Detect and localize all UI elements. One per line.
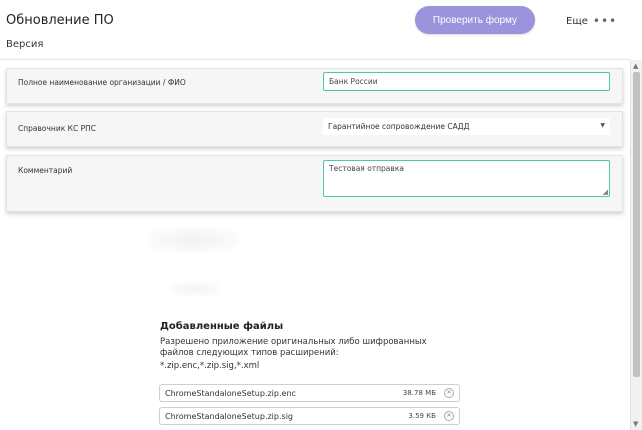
comment-card: Комментарий Тестовая отправка ◢ [6, 155, 623, 212]
ref-select-value: Гарантийное сопровождение САДД [328, 122, 470, 131]
remove-file-icon[interactable]: ✕ [444, 388, 454, 398]
org-name-label: Полное наименование организации / ФИО [18, 78, 186, 87]
chevron-down-icon: ▼ [600, 122, 605, 129]
check-form-button[interactable]: Проверить форму [415, 6, 535, 34]
more-label: Еще [566, 15, 588, 27]
scroll-down-icon[interactable]: ▼ [633, 420, 638, 428]
comment-textarea[interactable]: Тестовая отправка ◢ [323, 160, 610, 197]
file-size: 3.59 КБ [408, 412, 436, 420]
file-name: ChromeStandaloneSetup.zip.sig [165, 411, 293, 421]
org-name-card: Полное наименование организации / ФИО Ба… [6, 68, 623, 104]
ref-label: Справочник КС РПС [18, 124, 96, 133]
scrollbar-thumb[interactable] [633, 72, 640, 377]
more-menu[interactable]: Еще ••• [566, 14, 617, 28]
ref-select[interactable]: Гарантийное сопровождение САДД ▼ [323, 118, 610, 135]
version-label[interactable]: Версия [6, 39, 43, 50]
comment-label: Комментарий [18, 166, 73, 175]
blurred-area [148, 228, 238, 252]
file-item: ChromeStandaloneSetup.zip.enc 38.78 МБ ✕ [159, 384, 460, 402]
page-header: Обновление ПО Версия Проверить форму Еще… [0, 0, 642, 60]
resize-grip-icon[interactable]: ◢ [603, 188, 608, 196]
comment-text: Тестовая отправка [329, 164, 404, 173]
scroll-up-icon[interactable]: ▲ [633, 62, 638, 70]
files-extensions: *.zip.enc,*.zip.sig,*.xml [160, 361, 260, 371]
file-size: 38.78 МБ [402, 389, 436, 397]
remove-file-icon[interactable]: ✕ [444, 411, 454, 421]
blurred-area [170, 282, 220, 296]
vertical-scrollbar[interactable]: ▲ ▼ [630, 60, 642, 430]
file-name: ChromeStandaloneSetup.zip.enc [165, 388, 296, 398]
files-description: Разрешено приложение оригинальных либо ш… [160, 337, 427, 358]
file-item: ChromeStandaloneSetup.zip.sig 3.59 КБ ✕ [159, 407, 460, 425]
org-name-input[interactable]: Банк России [323, 72, 610, 91]
page-title: Обновление ПО [6, 13, 114, 28]
ref-card: Справочник КС РПС Гарантийное сопровожде… [6, 111, 623, 147]
more-dots-icon: ••• [592, 14, 618, 28]
files-title: Добавленные файлы [160, 321, 284, 332]
form-content: Полное наименование организации / ФИО Ба… [0, 60, 630, 430]
